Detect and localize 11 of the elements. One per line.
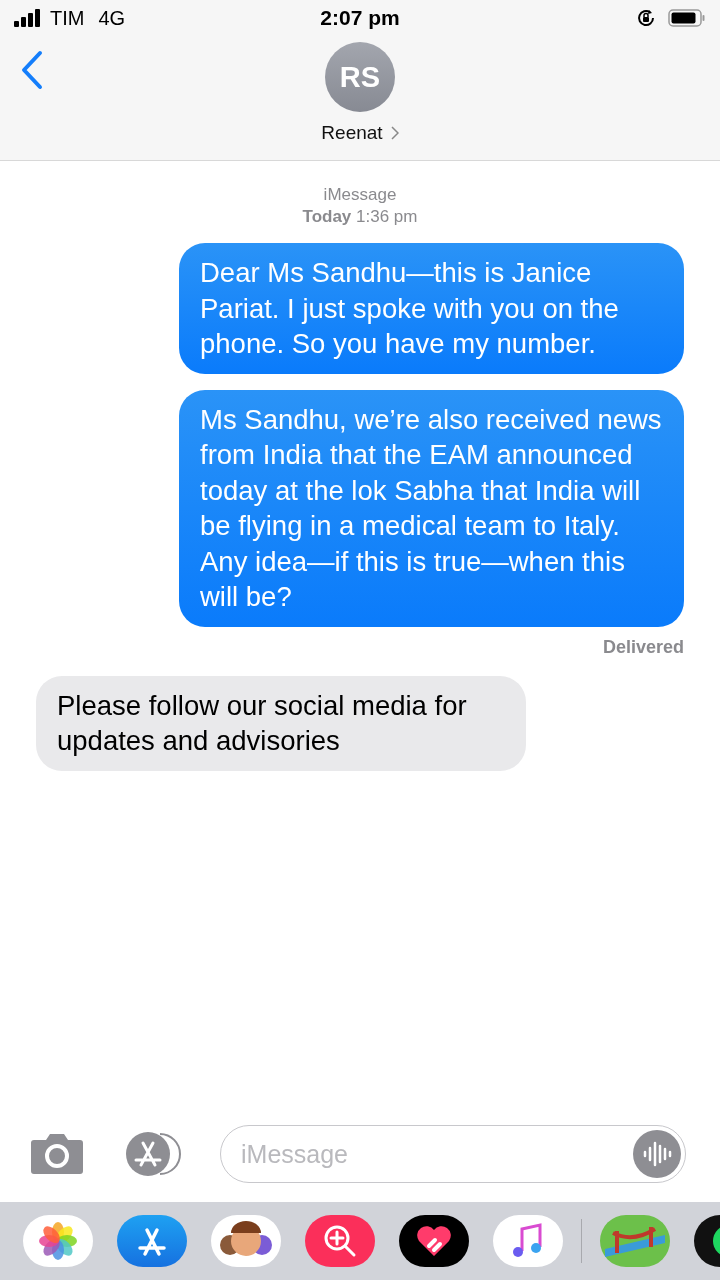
carrier-name: TIM [50,6,85,30]
network-type: 4G [98,6,126,30]
contact-name[interactable]: Reenat [321,122,399,144]
sent-message-bubble: Ms Sandhu, we’re also received news from India that the EAM announced today at the lok Sabha that India will be flying in a medical team to Italy. Any idea—if this is true—when this will be? [179,389,684,627]
message-input[interactable]: iMessage [220,1125,686,1183]
message-timestamp: Today 1:36 pm [301,207,419,227]
sent-message-bubble: Dear Ms Sandhu—this is Janice Pariat. I just spoke with you on the phone. So you have my number. [179,243,684,374]
delivery-status: Delivered [601,636,685,658]
service-label: iMessage [322,185,398,205]
received-message-bubble: Please follow our social media for updates and advisories [36,675,526,771]
status-time: 2:07 pm [320,6,400,30]
